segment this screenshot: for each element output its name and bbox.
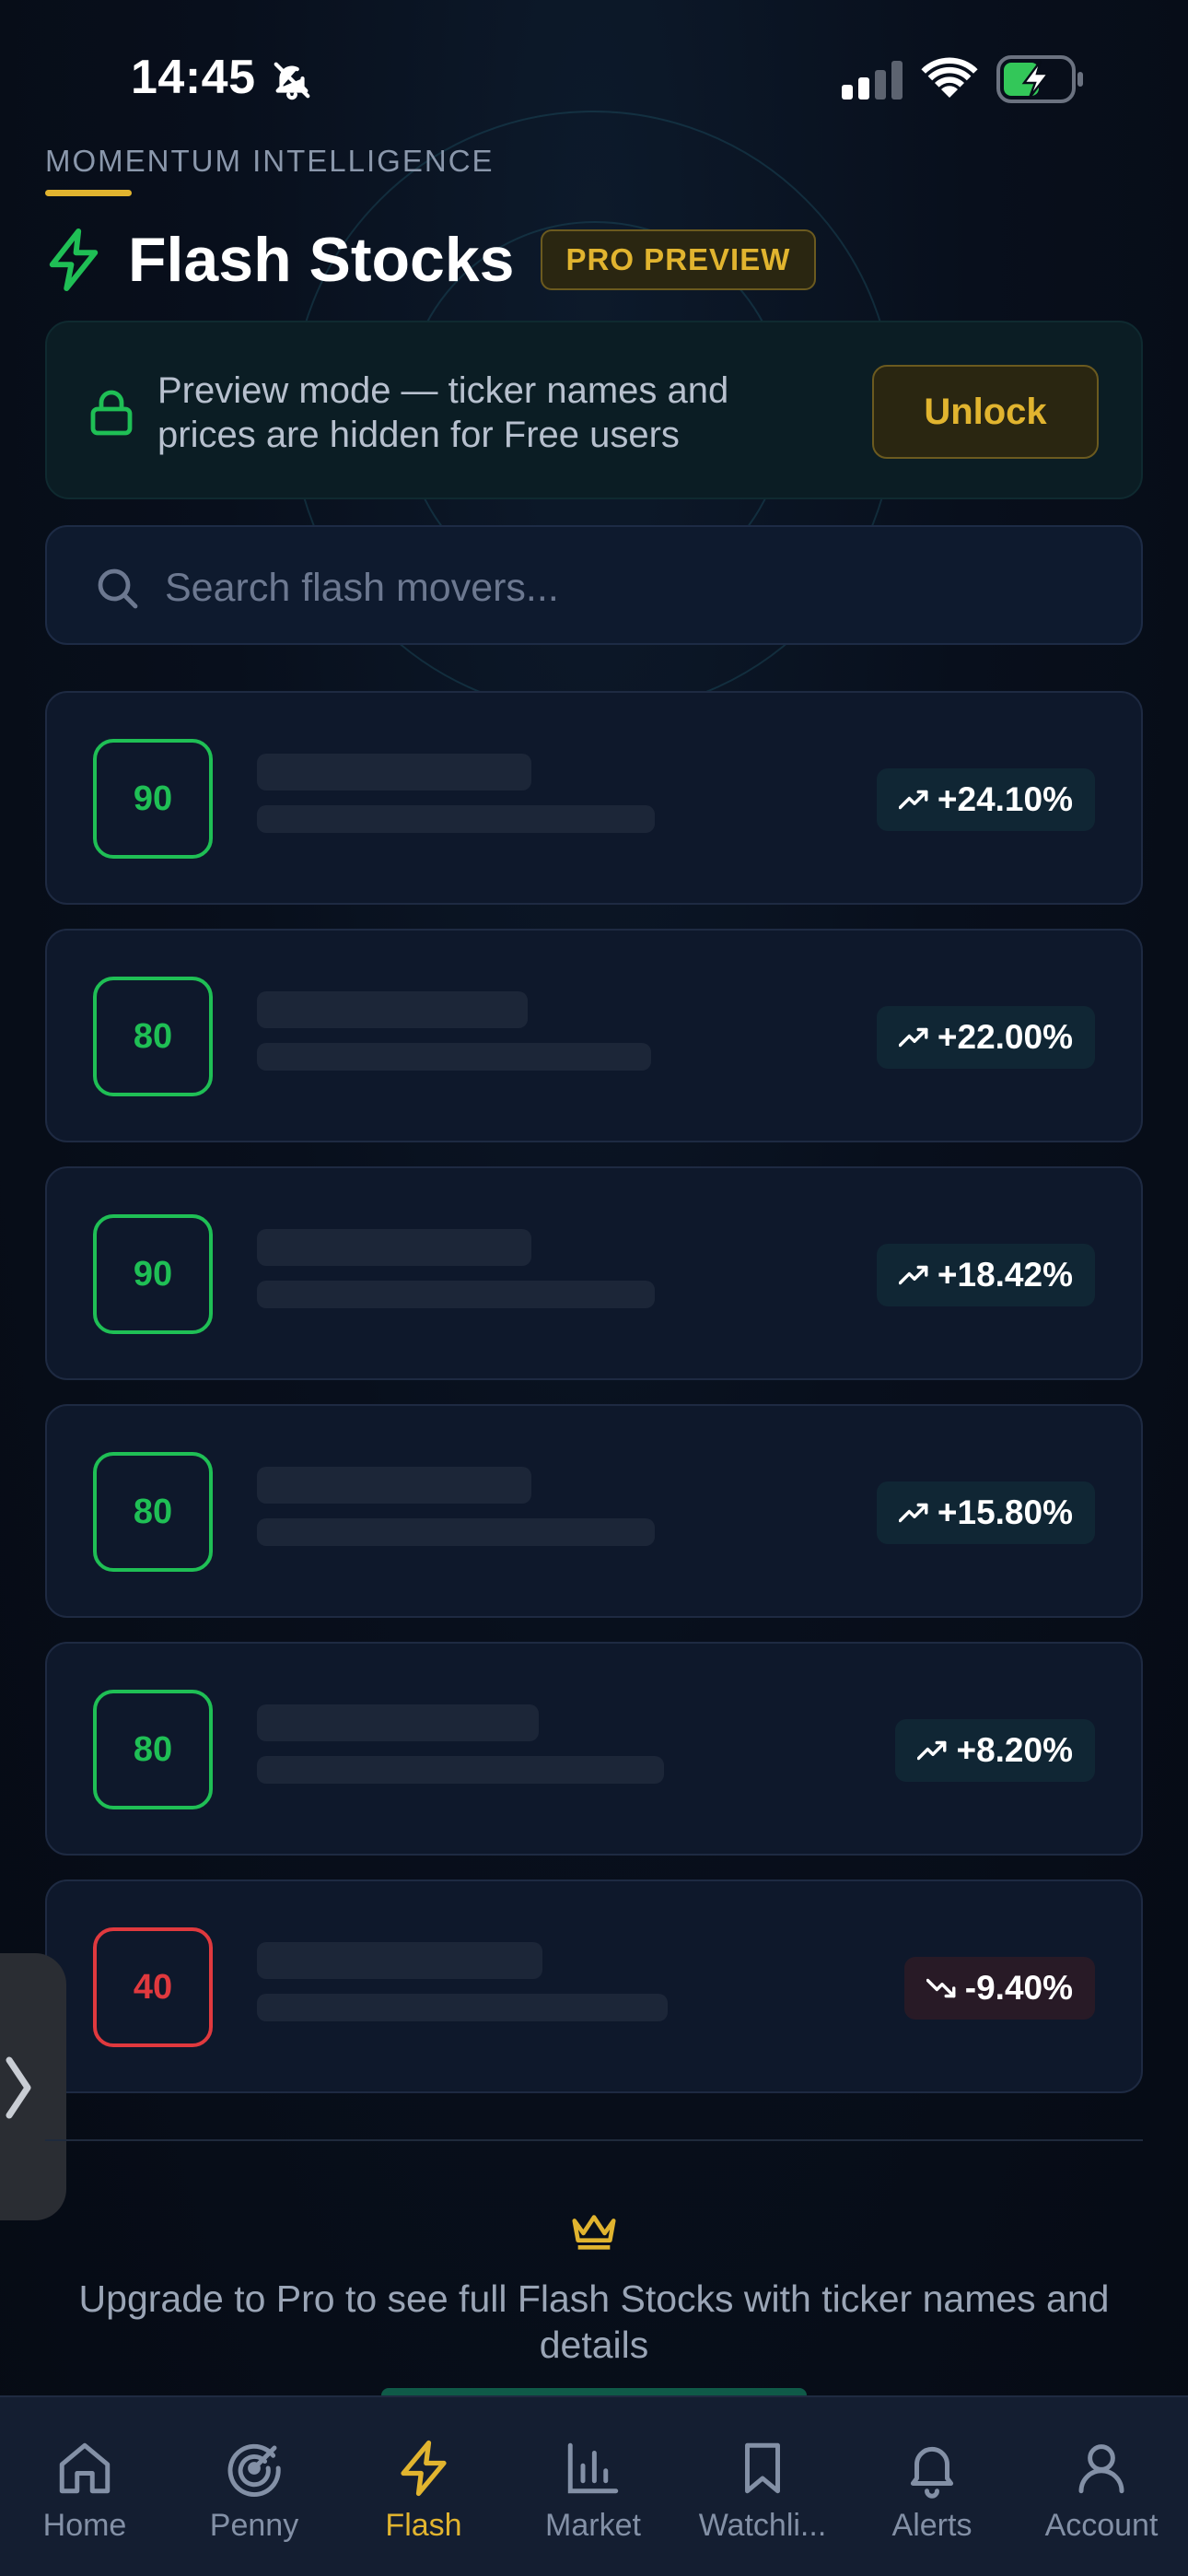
momentum-score: 80 xyxy=(93,1690,213,1809)
flash-stock-card[interactable]: 40 -9.40% xyxy=(45,1879,1143,2093)
flash-stock-card[interactable]: 90 +18.42% xyxy=(45,1166,1143,1380)
unlock-button[interactable]: Unlock xyxy=(872,365,1099,459)
trending-up-icon xyxy=(898,1265,928,1285)
tab-penny[interactable]: Penny xyxy=(169,2397,339,2576)
flash-icon xyxy=(49,228,99,291)
flash-stock-card[interactable]: 80 +15.80% xyxy=(45,1404,1143,1618)
tab-alerts[interactable]: Alerts xyxy=(847,2397,1017,2576)
momentum-score: 80 xyxy=(93,1452,213,1572)
chevron-right-icon xyxy=(6,2056,31,2119)
change-percent: +24.10% xyxy=(937,780,1073,818)
change-badge: -9.40% xyxy=(903,1957,1095,2020)
name-placeholder xyxy=(257,1043,651,1071)
tab-market[interactable]: Market xyxy=(508,2397,678,2576)
change-percent: +22.00% xyxy=(937,1018,1073,1056)
flash-icon xyxy=(401,2440,447,2497)
ticker-placeholder xyxy=(257,1704,539,1741)
bell-icon xyxy=(910,2446,954,2499)
search-icon xyxy=(98,568,138,609)
user-icon xyxy=(1078,2444,1124,2494)
bottom-tab-bar: Home Penny Flash Market Watchli... Alert… xyxy=(0,2395,1188,2576)
ticker-placeholder xyxy=(257,1229,531,1266)
radar-icon xyxy=(227,2443,281,2497)
bar-chart-icon xyxy=(567,2442,619,2494)
eyebrow-underline xyxy=(45,190,132,196)
status-time: 14:45 xyxy=(131,51,256,104)
change-percent: +8.20% xyxy=(956,1731,1073,1769)
change-percent: +15.80% xyxy=(937,1493,1073,1531)
flash-stock-card[interactable]: 80 +8.20% xyxy=(45,1642,1143,1856)
flash-stock-card[interactable]: 80 +22.00% xyxy=(45,929,1143,1142)
ticker-placeholder xyxy=(257,1942,542,1979)
search-placeholder: Search flash movers... xyxy=(165,566,559,610)
tab-label: Penny xyxy=(209,2508,299,2543)
home-icon xyxy=(59,2442,111,2494)
tab-label: Account xyxy=(1044,2508,1159,2543)
trending-up-icon xyxy=(898,1503,928,1523)
section-eyebrow: MOMENTUM INTELLIGENCE xyxy=(45,144,495,178)
battery-charging-icon xyxy=(996,55,1083,103)
preview-banner: Preview mode — ticker names and prices a… xyxy=(45,321,1143,499)
momentum-score: 90 xyxy=(93,1214,213,1334)
name-placeholder xyxy=(257,1994,668,2021)
ticker-placeholder xyxy=(257,1467,531,1504)
change-badge: +15.80% xyxy=(876,1481,1095,1544)
flash-stock-card[interactable]: 90 +24.10% xyxy=(45,691,1143,905)
page-title: Flash Stocks xyxy=(128,225,515,295)
tab-label: Market xyxy=(545,2508,641,2543)
section-divider xyxy=(45,2139,1143,2141)
change-percent: -9.40% xyxy=(964,1969,1073,2007)
bookmark-icon xyxy=(745,2442,780,2494)
change-badge: +18.42% xyxy=(876,1244,1095,1306)
search-input[interactable]: Search flash movers... xyxy=(45,525,1143,645)
momentum-score: 90 xyxy=(93,739,213,859)
title-row: Flash Stocks PRO PREVIEW xyxy=(45,223,817,297)
change-percent: +18.42% xyxy=(937,1256,1073,1294)
tab-label: Alerts xyxy=(891,2508,973,2543)
tab-label: Flash xyxy=(385,2508,462,2543)
crown-icon xyxy=(572,2215,616,2250)
momentum-score: 40 xyxy=(93,1927,213,2047)
ticker-placeholder xyxy=(257,991,528,1028)
ticker-placeholder xyxy=(257,754,531,790)
tab-label: Watchli... xyxy=(698,2508,827,2543)
side-drawer-handle[interactable] xyxy=(0,1953,66,2220)
pro-preview-badge: PRO PREVIEW xyxy=(540,229,817,290)
upgrade-message: Upgrade to Pro to see full Flash Stocks … xyxy=(78,2277,1110,2366)
wifi-icon xyxy=(921,57,978,98)
tab-flash[interactable]: Flash xyxy=(339,2397,508,2576)
name-placeholder xyxy=(257,1281,655,1308)
tab-home[interactable]: Home xyxy=(0,2397,169,2576)
trending-down-icon xyxy=(926,1978,956,1998)
lock-icon xyxy=(90,390,133,436)
status-bar: 14:45 xyxy=(0,0,1188,147)
name-placeholder xyxy=(257,1518,655,1546)
preview-message: Preview mode — ticker names and prices a… xyxy=(157,370,729,455)
change-badge: +24.10% xyxy=(876,768,1095,831)
tab-account[interactable]: Account xyxy=(1017,2397,1186,2576)
name-placeholder xyxy=(257,805,655,833)
bell-muted-icon xyxy=(274,62,310,100)
change-badge: +22.00% xyxy=(876,1006,1095,1069)
tab-label: Home xyxy=(42,2508,127,2543)
trending-up-icon xyxy=(898,1027,928,1048)
cellular-signal-icon xyxy=(842,61,903,100)
tab-watchlist[interactable]: Watchli... xyxy=(678,2397,847,2576)
change-badge: +8.20% xyxy=(895,1719,1095,1782)
name-placeholder xyxy=(257,1756,664,1784)
trending-up-icon xyxy=(917,1740,947,1761)
trending-up-icon xyxy=(898,790,928,810)
momentum-score: 80 xyxy=(93,977,213,1096)
